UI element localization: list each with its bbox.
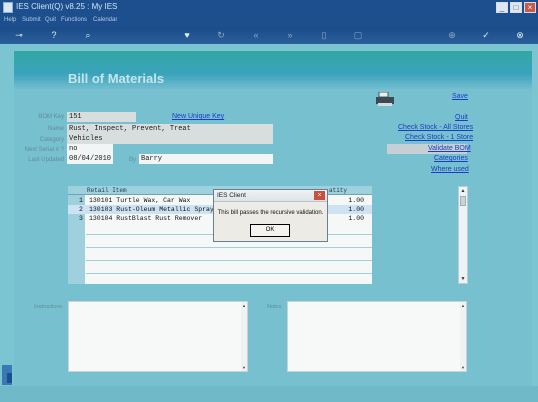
search-icon[interactable]: ⌕ xyxy=(82,30,94,41)
app-icon xyxy=(3,2,13,13)
save-link[interactable]: Save xyxy=(452,93,468,100)
categories-link[interactable]: Categories xyxy=(434,155,468,162)
scroll-down-icon[interactable]: ▼ xyxy=(460,276,466,282)
scroll-up-icon[interactable]: ▲ xyxy=(460,188,466,194)
message-dialog: IES Client × This bill passes the recurs… xyxy=(213,189,328,242)
grid-divider xyxy=(86,273,372,274)
notes-scrollbar[interactable]: ▲ ▼ xyxy=(460,302,466,371)
menu-calendar[interactable]: Calendar xyxy=(93,17,117,23)
help-icon[interactable]: ? xyxy=(48,30,60,41)
grid-divider xyxy=(86,260,372,261)
dialog-message: This bill passes the recursive validatio… xyxy=(217,210,324,216)
menu-bar: Help Submit Quit Functions Calendar xyxy=(0,16,538,27)
name-label: Name xyxy=(47,126,64,132)
col-retail-item[interactable]: Retail Item xyxy=(87,187,127,194)
close-button[interactable]: × xyxy=(524,2,536,13)
refresh-icon[interactable]: ↻ xyxy=(215,30,227,41)
key-icon[interactable]: ⊸ xyxy=(10,30,28,41)
heart-icon[interactable]: ♥ xyxy=(181,30,193,41)
printer-icon[interactable] xyxy=(375,92,395,107)
next-serial-field[interactable]: no xyxy=(67,144,113,154)
check-icon[interactable]: ✓ xyxy=(480,30,492,41)
toolbar: ⊸ ? ⌕ ♥ ↻ « » ▯ ▢ ⊕ ✓ ⊗ xyxy=(0,27,538,44)
menu-help[interactable]: Help xyxy=(4,17,16,23)
side-tab-marker xyxy=(7,373,12,383)
col-quantity[interactable]: atity xyxy=(329,187,347,194)
window-title: IES Client(Q) v8.25 : My IES xyxy=(16,2,118,11)
where-used-link[interactable]: Where used xyxy=(431,166,469,173)
page-title: Bill of Materials xyxy=(68,71,165,86)
name-field[interactable]: Rust, Inspect, Prevent, Treat xyxy=(67,124,273,134)
bom-key-field[interactable]: 151 xyxy=(67,112,136,122)
validate-bom-link[interactable]: Validate BOM xyxy=(428,145,471,152)
grid-scrollbar[interactable]: ▲ ▼ xyxy=(458,186,468,284)
instructions-scrollbar[interactable]: ▲ ▼ xyxy=(241,302,247,371)
grid-divider xyxy=(86,247,372,248)
trash-icon[interactable]: ▯ xyxy=(318,30,330,41)
updated-by-field: Barry xyxy=(139,154,273,164)
quit-link[interactable]: Quit xyxy=(455,114,468,121)
category-label: Category xyxy=(39,137,64,143)
maximize-button[interactable]: □ xyxy=(510,2,522,13)
by-label: By xyxy=(128,157,136,163)
scroll-thumb[interactable] xyxy=(460,196,466,206)
last-updated-label: Last Updated xyxy=(28,157,64,163)
next-serial-label: Next Serial # ? xyxy=(24,147,64,153)
title-bar: IES Client(Q) v8.25 : My IES _ □ × xyxy=(0,0,538,16)
check-stock-one-link[interactable]: Check Stock - 1 Store xyxy=(405,134,473,141)
minimize-button[interactable]: _ xyxy=(496,2,508,13)
menu-quit[interactable]: Quit xyxy=(45,17,56,23)
category-field[interactable]: Vehicles xyxy=(67,134,273,144)
rewind-icon[interactable]: « xyxy=(250,30,262,41)
menu-submit[interactable]: Submit xyxy=(22,17,41,23)
dialog-title-bar: IES Client × xyxy=(214,190,327,202)
document-icon[interactable]: ▢ xyxy=(352,30,364,41)
menu-functions[interactable]: Functions xyxy=(61,17,87,23)
notes-label: Notes xyxy=(267,304,282,310)
bom-key-label: BOM Key xyxy=(38,114,64,120)
dialog-title: IES Client xyxy=(217,192,246,199)
dialog-close-icon[interactable]: × xyxy=(314,191,325,200)
check-stock-all-link[interactable]: Check Stock - All Stores xyxy=(398,124,473,131)
new-unique-key-link[interactable]: New Unique Key xyxy=(172,113,224,120)
ok-button[interactable]: OK xyxy=(250,224,290,237)
instructions-label: Instructions xyxy=(34,304,63,310)
add-icon[interactable]: ⊕ xyxy=(446,30,458,41)
app-window: IES Client(Q) v8.25 : My IES _ □ × Help … xyxy=(0,0,538,402)
status-strip xyxy=(0,386,538,402)
notes-field[interactable]: ▲ ▼ xyxy=(287,301,467,372)
forward-icon[interactable]: » xyxy=(284,30,296,41)
instructions-field[interactable]: ▲ ▼ xyxy=(68,301,248,372)
cancel-icon[interactable]: ⊗ xyxy=(514,30,526,41)
